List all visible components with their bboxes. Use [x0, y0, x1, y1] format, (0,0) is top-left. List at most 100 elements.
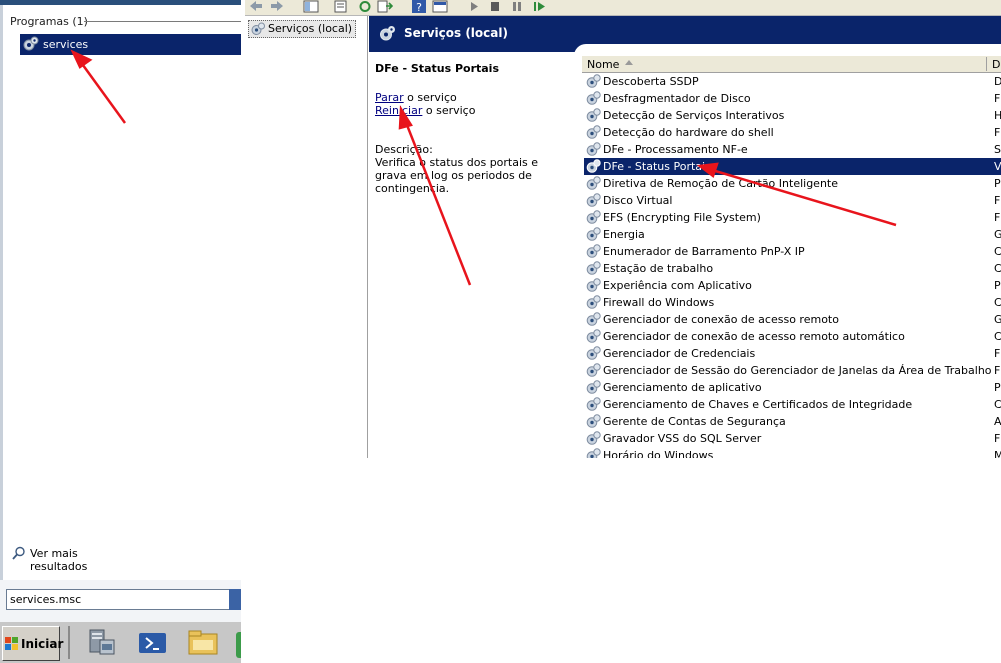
service-row[interactable]: Horário do Windows M: [584, 447, 1001, 458]
service-gear-icon: [586, 312, 601, 326]
service-row[interactable]: Desfragmentador de Disco F: [584, 90, 1001, 107]
powershell-icon[interactable]: [136, 626, 170, 660]
service-gear-icon: [586, 295, 601, 309]
back-arrow-icon[interactable]: [248, 0, 264, 13]
service-name: Diretiva de Remoção de Cartão Inteligent…: [603, 177, 838, 190]
column-divider[interactable]: [986, 57, 987, 71]
service-row[interactable]: EFS (Encrypting File System) F: [584, 209, 1001, 226]
service-row[interactable]: Gerenciador de Credenciais F: [584, 345, 1001, 362]
service-description-cell: F: [994, 126, 1001, 139]
services-gear-icon: [23, 36, 39, 51]
restart-service-icon[interactable]: [532, 0, 548, 13]
search-result-services[interactable]: services: [20, 34, 241, 55]
service-name: Detecção de Serviços Interativos: [603, 109, 785, 122]
service-description-cell: A: [994, 415, 1001, 428]
service-row[interactable]: Diretiva de Remoção de Cartão Inteligent…: [584, 175, 1001, 192]
search-result-label: services: [43, 38, 89, 51]
service-gear-icon: [586, 176, 601, 190]
service-name: DFe - Status Portais: [603, 160, 711, 173]
service-row[interactable]: Experiência com Aplicativo P: [584, 277, 1001, 294]
explorer-icon[interactable]: [186, 626, 220, 660]
service-name: Desfragmentador de Disco: [603, 92, 751, 105]
service-name: Firewall do Windows: [603, 296, 715, 309]
pause-service-icon[interactable]: [509, 0, 525, 13]
service-gear-icon: [586, 431, 601, 445]
search-close-button[interactable]: [229, 589, 241, 610]
refresh-icon[interactable]: [357, 0, 373, 13]
service-gear-icon: [586, 261, 601, 275]
taskbar-icon-partial[interactable]: [236, 632, 241, 658]
service-description-cell: D: [994, 75, 1001, 88]
service-row[interactable]: Gerente de Contas de Segurança A: [584, 413, 1001, 430]
export-list-icon[interactable]: [377, 0, 393, 13]
service-row[interactable]: Gerenciador de conexão de acesso remoto G: [584, 311, 1001, 328]
service-name: Disco Virtual: [603, 194, 673, 207]
service-row[interactable]: Firewall do Windows C: [584, 294, 1001, 311]
service-gear-icon: [586, 74, 601, 88]
service-gear-icon: [586, 346, 601, 360]
service-row[interactable]: Gerenciamento de aplicativo P: [584, 379, 1001, 396]
service-row[interactable]: DFe - Processamento NF-e S: [584, 141, 1001, 158]
services-gear-icon: [380, 26, 395, 41]
column-header-description[interactable]: D: [992, 58, 1000, 71]
windows-flag-icon: [5, 637, 18, 650]
service-row[interactable]: Gerenciador de conexão de acesso remoto …: [584, 328, 1001, 345]
service-description-cell: P: [994, 177, 1001, 190]
service-description-cell: F: [994, 194, 1001, 207]
service-row[interactable]: Gerenciador de Sessão do Gerenciador de …: [584, 362, 1001, 379]
properties-icon[interactable]: [333, 0, 349, 13]
services-list: Nome D Descoberta SSDP D Desfragmentador d…: [582, 56, 1001, 458]
console-tree: Serviços (local): [245, 16, 368, 458]
service-name: Estação de trabalho: [603, 262, 714, 275]
service-name: DFe - Processamento NF-e: [603, 143, 748, 156]
service-name: Horário do Windows: [603, 449, 714, 458]
service-row[interactable]: Enumerador de Barramento PnP-X IP C: [584, 243, 1001, 260]
programs-section-header: Programas (1): [10, 15, 88, 28]
service-description-cell: P: [994, 381, 1001, 394]
service-gear-icon: [586, 91, 601, 105]
service-description-cell: F: [994, 364, 1001, 377]
console-icon[interactable]: [432, 0, 448, 13]
description-text: Verifica o status dos portais e grava em…: [375, 156, 539, 195]
show-hide-tree-icon[interactable]: [303, 0, 319, 13]
service-description-cell: G: [994, 313, 1001, 326]
service-row[interactable]: Disco Virtual F: [584, 192, 1001, 209]
description-label: Descrição:: [375, 143, 433, 156]
tree-item-services-local[interactable]: Serviços (local): [248, 20, 357, 38]
service-row[interactable]: Gravador VSS do SQL Server F: [584, 430, 1001, 447]
service-row[interactable]: Detecção de Serviços Interativos H: [584, 107, 1001, 124]
service-row[interactable]: Detecção do hardware do shell F: [584, 124, 1001, 141]
service-description-cell: F: [994, 211, 1001, 224]
service-row[interactable]: Gerenciamento de Chaves e Certificados d…: [584, 396, 1001, 413]
service-name: Descoberta SSDP: [603, 75, 699, 88]
start-button[interactable]: Iniciar: [2, 626, 63, 661]
column-header-name[interactable]: Nome: [587, 58, 619, 71]
help-icon[interactable]: ?: [411, 0, 427, 13]
start-service-icon[interactable]: [466, 0, 482, 13]
restart-service-action: Reiniciar o serviço: [375, 104, 475, 117]
restart-service-text: o serviço: [422, 104, 476, 117]
server-manager-icon[interactable]: [84, 626, 118, 660]
service-name: Gerenciador de conexão de acesso remoto: [603, 313, 839, 326]
stop-service-icon[interactable]: [487, 0, 503, 13]
start-menu: Programas (1) services Ver mais resultad…: [0, 0, 241, 663]
forward-arrow-icon[interactable]: [269, 0, 285, 13]
service-row[interactable]: Estação de trabalho C: [584, 260, 1001, 277]
stop-service-link[interactable]: Parar: [375, 91, 404, 104]
service-row[interactable]: Energia G: [584, 226, 1001, 243]
magnifier-icon: [12, 546, 25, 560]
service-description-cell: C: [994, 296, 1001, 309]
service-description-cell: V: [994, 160, 1001, 173]
service-row[interactable]: Descoberta SSDP D: [584, 73, 1001, 90]
service-row[interactable]: DFe - Status Portais V: [584, 158, 1001, 175]
service-gear-icon: [586, 363, 601, 377]
service-gear-icon: [586, 108, 601, 122]
service-name: EFS (Encrypting File System): [603, 211, 761, 224]
service-description-cell: C: [994, 245, 1001, 258]
start-search-input[interactable]: services.msc: [6, 589, 230, 610]
service-name: Gerente de Contas de Segurança: [603, 415, 786, 428]
restart-service-link[interactable]: Reiniciar: [375, 104, 422, 117]
start-menu-edge: [0, 5, 3, 625]
service-name: Gerenciador de Credenciais: [603, 347, 756, 360]
service-gear-icon: [586, 278, 601, 292]
